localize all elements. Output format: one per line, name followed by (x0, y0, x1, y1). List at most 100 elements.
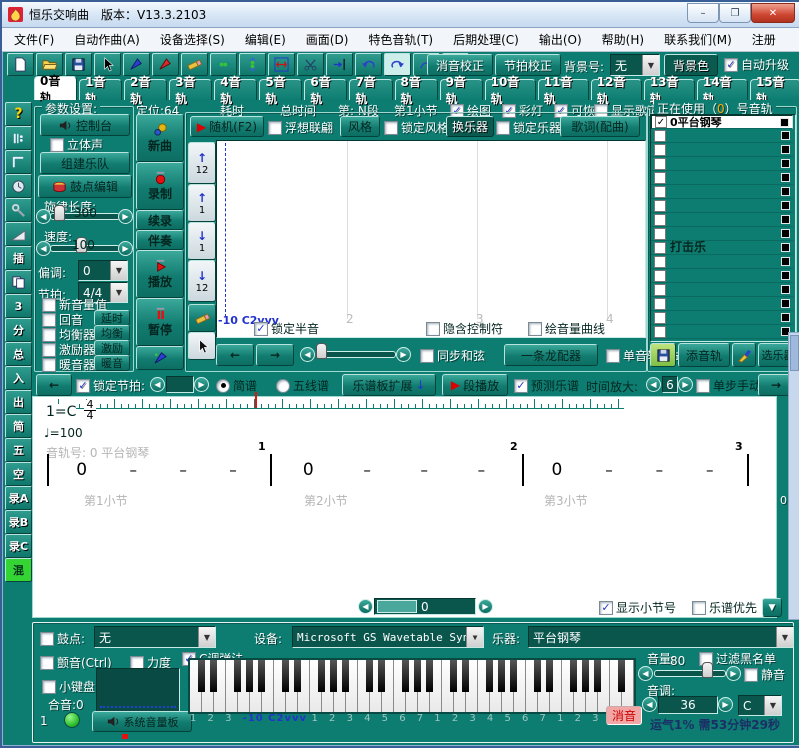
rail-triplet-button[interactable]: 3 (5, 294, 32, 318)
key-select[interactable]: C▼ (738, 695, 782, 716)
draw-volume-checkbox[interactable]: 绘音量曲线 (528, 320, 605, 337)
black-key-25[interactable] (498, 660, 505, 692)
rail-rec-c-button[interactable]: 录C (5, 534, 32, 558)
black-key-24[interactable] (486, 660, 493, 692)
tab-track-6[interactable]: 6音轨 (304, 79, 347, 100)
tab-track-14[interactable]: 14音轨 (697, 79, 748, 100)
track-checkbox-5[interactable] (654, 186, 666, 198)
transport-button-3[interactable]: 伴奏 (136, 230, 184, 250)
zoom-spin-left[interactable]: ◀ (646, 377, 661, 392)
rail-mix-button[interactable]: 混 (5, 558, 32, 582)
black-key-14[interactable] (366, 660, 373, 692)
black-key-12[interactable] (342, 660, 349, 692)
rail-help-button[interactable]: ? (5, 102, 32, 126)
tab-track-5[interactable]: 5音轨 (259, 79, 302, 100)
random-button[interactable]: ▶随机(F2) (190, 116, 264, 137)
fx-button-4[interactable]: 暖音 (94, 355, 130, 371)
fx-button-2[interactable]: 均衡 (94, 325, 130, 341)
lyrics-button[interactable]: 歌词(配曲) (560, 116, 640, 137)
pitch-spin-right[interactable]: ▶ (718, 697, 733, 712)
black-key-1[interactable] (210, 660, 217, 692)
track-row-3[interactable] (651, 157, 793, 171)
score-expand-button[interactable]: 乐谱板扩展↓ (342, 374, 436, 396)
maximize-button[interactable]: ❐ (719, 3, 751, 23)
fx-button-3[interactable]: 激励 (94, 340, 130, 356)
black-key-35[interactable] (618, 660, 625, 692)
minimize-button[interactable]: – (687, 3, 719, 23)
instrument-select[interactable]: 平台钢琴▼ (528, 626, 794, 648)
tab-track-2[interactable]: 2音轨 (124, 79, 167, 100)
rail-total-button[interactable]: 总 (5, 342, 32, 366)
track-checkbox-10[interactable] (654, 256, 666, 268)
measure-3[interactable]: 0––– (530, 454, 735, 486)
score-left-button[interactable]: ← (36, 374, 72, 396)
rail-in-button[interactable]: 入 (5, 366, 32, 390)
rail-empty-button[interactable]: 空 (5, 462, 32, 486)
black-key-17[interactable] (402, 660, 409, 692)
black-key-19[interactable] (426, 660, 433, 692)
tab-track-3[interactable]: 3音轨 (169, 79, 212, 100)
cursor-tool-button[interactable] (188, 332, 216, 360)
mute-button[interactable]: 消音 (606, 706, 642, 725)
menu-item-3[interactable]: 编辑(E) (245, 31, 286, 48)
tab-track-8[interactable]: 8音轨 (395, 79, 438, 100)
show-measure-number-checkbox[interactable]: ✓显示小节号 (599, 599, 676, 616)
close-button[interactable]: ✕ (751, 3, 795, 23)
tab-track-12[interactable]: 12音轨 (591, 79, 642, 100)
track-row-12[interactable] (651, 283, 793, 297)
new-file-button[interactable] (7, 53, 34, 76)
track-row-0[interactable]: ✓0平台钢琴 (651, 115, 793, 129)
track-row-7[interactable] (651, 213, 793, 227)
drum-select[interactable]: 无▼ (94, 626, 216, 648)
brush-track-button[interactable] (732, 343, 756, 367)
rail-insert-button[interactable]: 插 (5, 246, 32, 270)
tab-track-10[interactable]: 10音轨 (485, 79, 536, 100)
track-checkbox-11[interactable] (654, 270, 666, 282)
window-scrollbar[interactable] (788, 332, 799, 620)
playhead-marker[interactable] (255, 392, 257, 408)
black-key-7[interactable] (282, 660, 289, 692)
lock-semitone-checkbox[interactable]: ✓锁定半音 (254, 320, 319, 337)
mini-keyboard-checkbox[interactable]: 小键盘 (42, 678, 95, 695)
system-volume-button[interactable]: 系统音量板 (92, 711, 192, 732)
hide-control-checkbox[interactable]: 隐含控制符 (426, 320, 503, 337)
transport-button-2[interactable]: 续录 (136, 210, 184, 230)
measure-1[interactable]: 0––– (55, 454, 258, 486)
menu-item-2[interactable]: 设备选择(S) (160, 31, 225, 48)
black-key-5[interactable] (258, 660, 265, 692)
tab-track-15[interactable]: 15音轨 (750, 79, 799, 100)
transport-button-1[interactable]: 录制 (136, 162, 184, 210)
track-checkbox-7[interactable] (654, 214, 666, 226)
menu-item-8[interactable]: 帮助(H) (602, 31, 644, 48)
track-row-15[interactable] (651, 325, 793, 339)
fancy-checkbox[interactable]: 浮想联翩 (268, 119, 333, 136)
slider-left-icon[interactable]: ◀ (36, 209, 51, 224)
track-row-5[interactable] (651, 185, 793, 199)
pitch-up-12-button[interactable]: ↑12 (188, 142, 216, 184)
auto-upgrade-checkbox[interactable]: ✓ 自动升级 (724, 56, 789, 73)
black-key-22[interactable] (462, 660, 469, 692)
black-key-18[interactable] (414, 660, 421, 692)
track-checkbox-0[interactable]: ✓ (655, 116, 667, 128)
measure-2[interactable]: 0––– (278, 454, 510, 486)
black-key-4[interactable] (246, 660, 253, 692)
rail-ramp-button[interactable] (5, 222, 32, 246)
score-scroll-track[interactable]: 0 (374, 598, 476, 615)
rail-out-button[interactable]: 出 (5, 390, 32, 414)
menu-item-1[interactable]: 自动作曲(A) (74, 31, 140, 48)
staff-radio[interactable]: 五线谱 (276, 377, 329, 394)
tab-track-13[interactable]: 13音轨 (644, 79, 695, 100)
track-row-13[interactable] (651, 297, 793, 311)
rail-repeat-button[interactable] (5, 126, 32, 150)
score-first-checkbox[interactable]: 乐谱优先 (692, 599, 757, 616)
lock-instrument-checkbox[interactable]: 锁定乐器 (496, 119, 561, 136)
track-checkbox-6[interactable] (654, 200, 666, 212)
transport-button-5[interactable]: 暂停 (136, 298, 184, 346)
menu-item-10[interactable]: 注册 (752, 31, 776, 48)
pitch-up-1-button[interactable]: ↑1 (188, 184, 216, 222)
score-scroll-right[interactable]: ▶ (478, 599, 493, 614)
black-key-33[interactable] (594, 660, 601, 692)
change-instrument-button[interactable]: 换乐器 (446, 116, 494, 137)
track-row-4[interactable] (651, 171, 793, 185)
track-row-6[interactable] (651, 199, 793, 213)
